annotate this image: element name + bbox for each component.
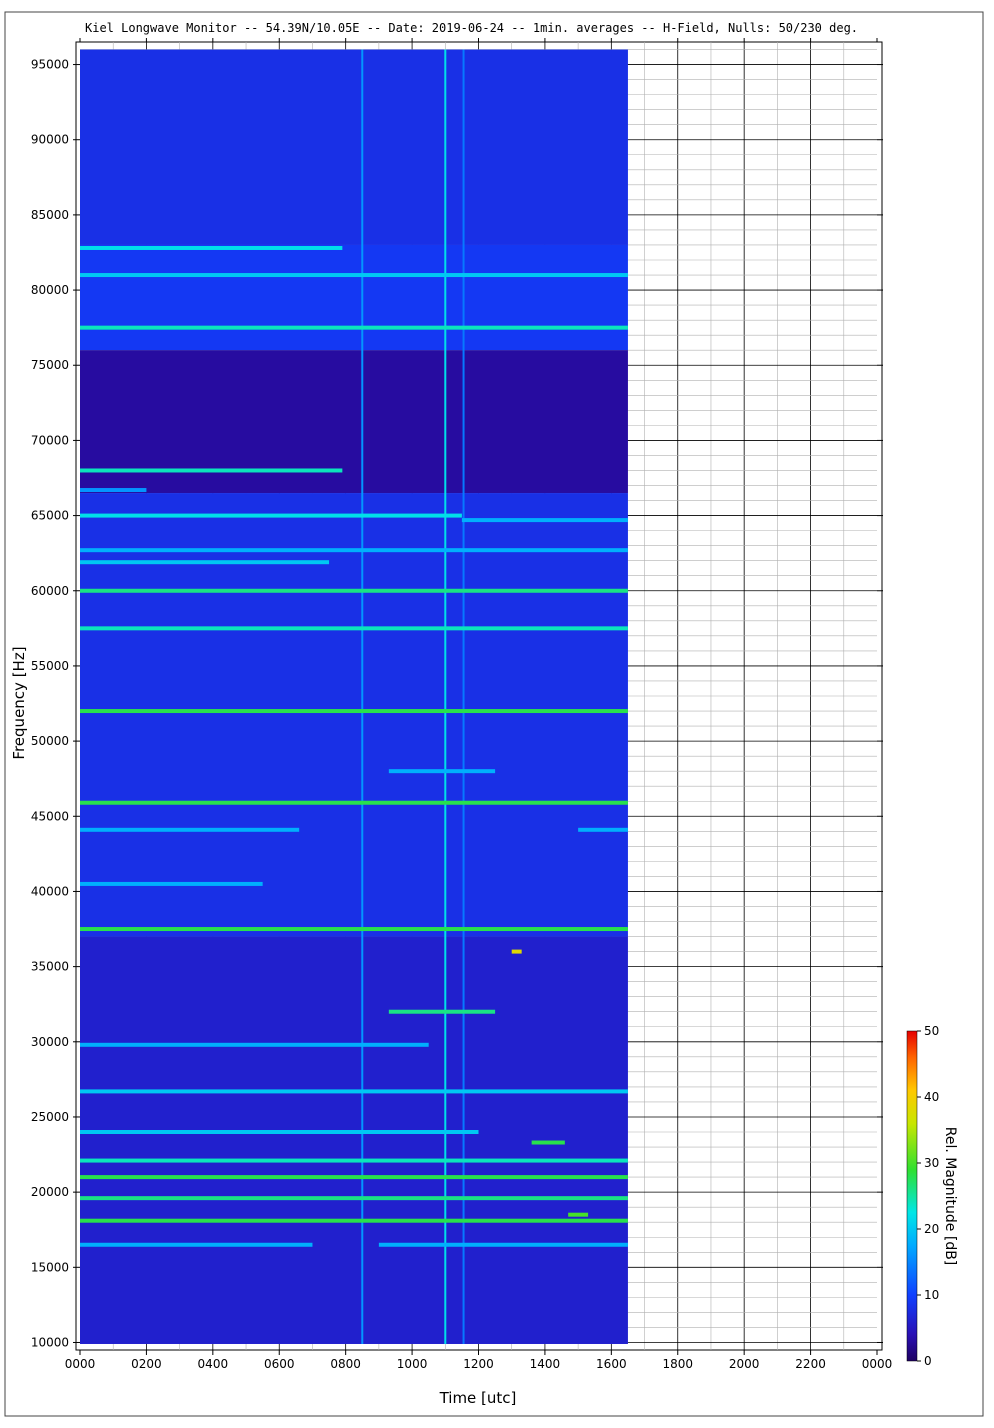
colorbar-label: Rel. Magnitude [dB] [942, 1127, 958, 1266]
y-tick-label: 85000 [31, 208, 69, 222]
signal-band [80, 1242, 313, 1247]
y-tick-label: 40000 [31, 884, 69, 898]
y-tick-label: 15000 [31, 1260, 69, 1274]
y-tick-label: 90000 [31, 133, 69, 147]
signal-band [80, 468, 343, 473]
x-tick-label: 1600 [596, 1357, 627, 1371]
broadband-line [361, 49, 364, 1344]
x-axis-label: Time [utc] [439, 1389, 517, 1407]
signal-band [80, 800, 628, 805]
signal-band [531, 1140, 565, 1145]
y-tick-label: 95000 [31, 58, 69, 72]
signal-band [80, 560, 330, 565]
background-region [80, 49, 628, 245]
signal-band [80, 548, 628, 553]
y-tick-label: 20000 [31, 1185, 69, 1199]
x-tick-label: 2200 [795, 1357, 826, 1371]
signal-band [388, 1009, 496, 1014]
signal-band [80, 1042, 429, 1047]
broadband-line [462, 49, 465, 1344]
spectrogram-figure: Kiel Longwave Monitor -- 54.39N/10.05E -… [4, 11, 984, 1417]
signal-band [568, 1212, 589, 1217]
signal-band [80, 488, 147, 493]
x-tick-label: 1800 [662, 1357, 693, 1371]
broadband-line [444, 49, 447, 1344]
y-tick-label: 60000 [31, 584, 69, 598]
y-tick-label: 25000 [31, 1110, 69, 1124]
x-tick-label: 0000 [65, 1357, 96, 1371]
x-tick-label: 0600 [264, 1357, 295, 1371]
y-tick-label: 80000 [31, 283, 69, 297]
signal-band [80, 1175, 628, 1180]
signal-band [80, 1196, 628, 1201]
signal-band [80, 245, 343, 250]
signal-band [378, 1242, 628, 1247]
background-region [80, 936, 628, 1344]
y-tick-label: 65000 [31, 509, 69, 523]
colorbar-tick-label: 0 [924, 1354, 932, 1368]
signal-band [80, 325, 628, 330]
y-tick-label: 30000 [31, 1035, 69, 1049]
signal-band [578, 827, 628, 832]
signal-band [511, 949, 522, 954]
signal-band [80, 626, 628, 631]
y-tick-label: 45000 [31, 809, 69, 823]
signal-band [80, 273, 628, 278]
x-tick-label: 0000 [862, 1357, 893, 1371]
x-tick-label: 1000 [397, 1357, 428, 1371]
y-tick-label: 10000 [31, 1335, 69, 1349]
x-tick-label: 0400 [198, 1357, 229, 1371]
signal-band [80, 588, 628, 593]
x-tick-label: 0800 [330, 1357, 361, 1371]
y-tick-label: 35000 [31, 960, 69, 974]
spectrogram-image [80, 49, 628, 1344]
signal-band [80, 1218, 628, 1223]
signal-band [461, 518, 628, 523]
signal-band [80, 1158, 628, 1163]
background-region [80, 493, 628, 937]
colorbar-tick-label: 20 [924, 1222, 939, 1236]
signal-band [80, 1130, 479, 1134]
y-tick-label: 75000 [31, 358, 69, 372]
signal-band [80, 927, 628, 932]
colorbar-tick-label: 10 [924, 1288, 939, 1302]
signal-band [80, 827, 300, 832]
background-region [80, 244, 628, 351]
signal-band [388, 769, 496, 774]
signal-band [80, 513, 462, 518]
colorbar-tick-label: 30 [924, 1156, 939, 1170]
colorbar-tick-label: 50 [924, 1024, 939, 1038]
y-tick-label: 50000 [31, 734, 69, 748]
x-tick-label: 1400 [530, 1357, 561, 1371]
x-tick-label: 0200 [131, 1357, 162, 1371]
x-tick-label: 2000 [729, 1357, 760, 1371]
y-axis-label: Frequency [Hz] [10, 646, 28, 759]
x-tick-label: 1200 [463, 1357, 494, 1371]
y-tick-label: 55000 [31, 659, 69, 673]
signal-band [80, 881, 263, 886]
y-tick-label: 70000 [31, 433, 69, 447]
colorbar-tick-label: 40 [924, 1090, 939, 1104]
chart-title: Kiel Longwave Monitor -- 54.39N/10.05E -… [85, 21, 858, 35]
signal-band [80, 709, 628, 714]
signal-band [80, 1089, 628, 1094]
colorbar [906, 1030, 918, 1362]
